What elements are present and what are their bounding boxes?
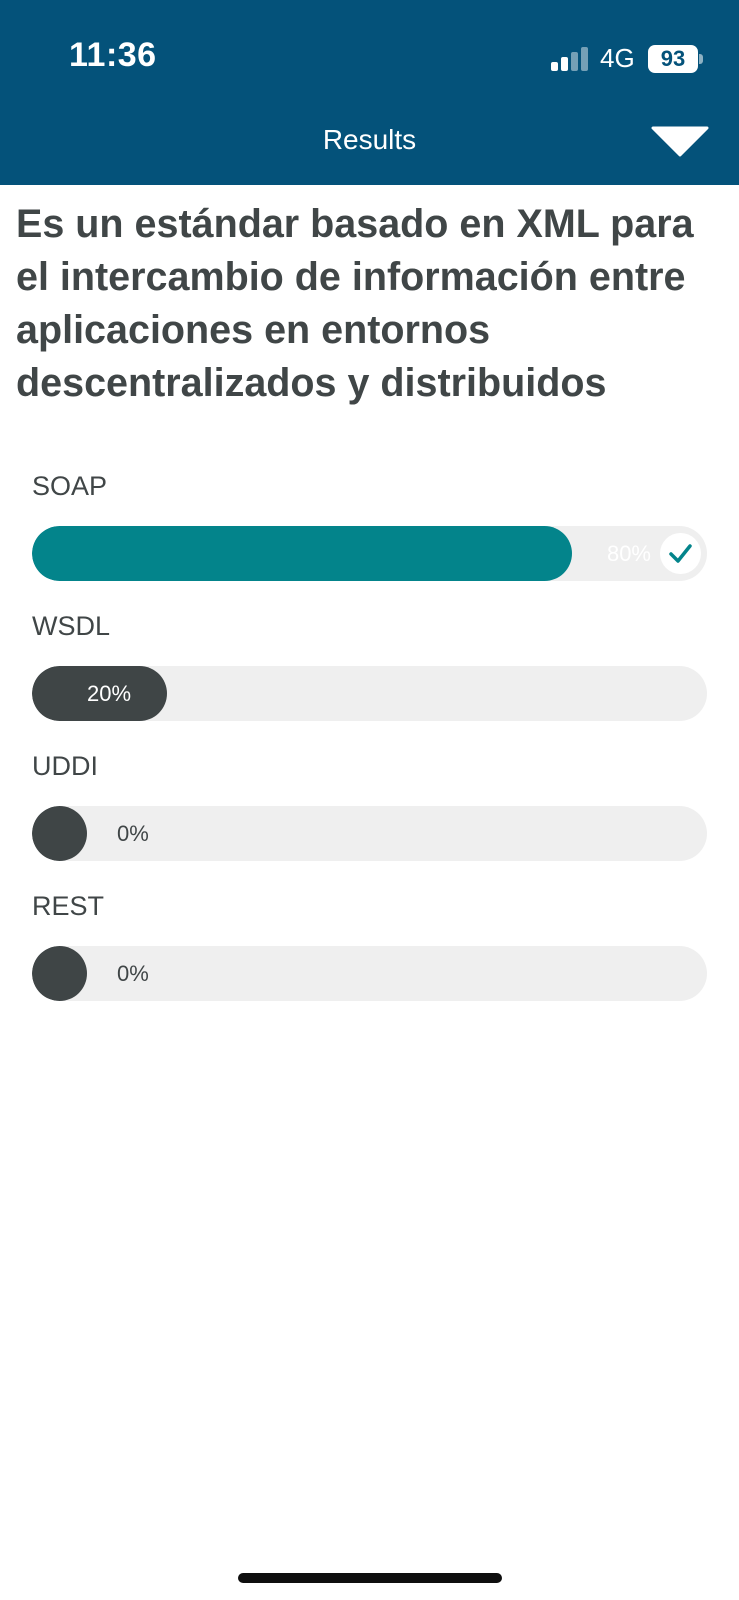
option-label: WSDL xyxy=(32,611,111,641)
results-list: SOAP 80% WSDL 20% UDDI 0% REST 0% xyxy=(32,470,707,1030)
battery-tip xyxy=(699,54,703,64)
result-bar-track: 80% xyxy=(32,526,707,581)
dropdown-toggle-button[interactable] xyxy=(651,126,709,160)
battery-icon: 93 xyxy=(648,45,698,73)
result-bar-fill xyxy=(32,946,87,1001)
option-label: REST xyxy=(32,891,105,921)
top-bar: 11:36 4G 93 Results xyxy=(0,0,739,185)
result-bar-fill xyxy=(32,526,572,581)
page-title: Results xyxy=(322,124,417,155)
cellular-signal-icon xyxy=(551,47,591,71)
result-bar-track: 20% xyxy=(32,666,707,721)
status-time: 11:36 xyxy=(69,36,157,74)
result-percent: 0% xyxy=(117,961,149,986)
result-option: SOAP 80% xyxy=(32,470,707,610)
result-option: UDDI 0% xyxy=(32,750,707,890)
result-percent: 0% xyxy=(117,821,149,846)
option-label: SOAP xyxy=(32,471,108,501)
result-option: REST 0% xyxy=(32,890,707,1030)
result-percent: 80% xyxy=(606,541,651,566)
triangle-down-icon xyxy=(651,126,709,157)
result-bar-track: 0% xyxy=(32,806,707,861)
result-bar-fill xyxy=(32,806,87,861)
result-option: WSDL 20% xyxy=(32,610,707,750)
network-type: 4G xyxy=(600,43,635,73)
option-label: UDDI xyxy=(32,751,98,781)
result-bar-track: 0% xyxy=(32,946,707,1001)
result-percent: 20% xyxy=(87,681,132,706)
home-indicator xyxy=(238,1573,502,1583)
question-text: Es un estándar basado en XML para el int… xyxy=(16,202,694,405)
correct-check-icon xyxy=(660,533,701,574)
